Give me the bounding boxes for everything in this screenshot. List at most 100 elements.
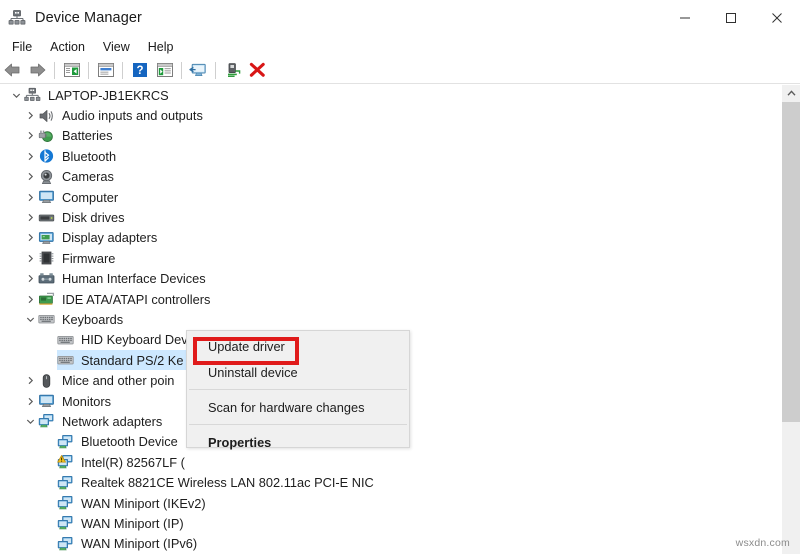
chevron-down-icon[interactable]: [22, 417, 38, 426]
tree-row-computer[interactable]: Computer: [0, 187, 782, 207]
close-button[interactable]: [754, 0, 800, 36]
toolbar-separator: [54, 61, 55, 79]
tree-label: Mice and other poin: [62, 373, 175, 389]
window-controls: [662, 0, 800, 36]
chevron-right-icon[interactable]: [22, 295, 38, 304]
device-tree[interactable]: LAPTOP-JB1EKRCS Audio inputs and outputs: [0, 85, 782, 554]
network-adapter-icon: [57, 434, 75, 450]
chevron-right-icon[interactable]: [22, 172, 38, 181]
chevron-right-icon[interactable]: [22, 111, 38, 120]
chevron-right-icon[interactable]: [22, 254, 38, 263]
tree-label: Cameras: [62, 169, 114, 185]
enable-device-icon[interactable]: [220, 59, 245, 81]
watermark: wsxdn.com: [735, 537, 790, 549]
chevron-right-icon[interactable]: [22, 274, 38, 283]
update-driver-highlight-box: [193, 337, 299, 365]
network-adapter-icon: [57, 475, 75, 491]
speaker-icon: [38, 108, 56, 124]
menu-bar: File Action View Help: [0, 36, 800, 58]
chevron-right-icon[interactable]: [22, 193, 38, 202]
tree-row-human-interface-devices[interactable]: Human Interface Devices: [0, 269, 782, 289]
display-adapter-icon: [38, 230, 56, 246]
tree-row-ide-ata-atapi-controllers[interactable]: IDE ATA/ATAPI controllers: [0, 289, 782, 309]
chevron-right-icon[interactable]: [22, 376, 38, 385]
device-manager-window: Device Manager File Action View Help ? L…: [0, 0, 800, 554]
tree-label: Network adapters: [62, 413, 163, 429]
update-driver-icon[interactable]: [152, 59, 177, 81]
title-bar: Device Manager: [0, 0, 800, 36]
tree-row-cameras[interactable]: Cameras: [0, 167, 782, 187]
chevron-right-icon[interactable]: [22, 233, 38, 242]
chevron-right-icon[interactable]: [22, 152, 38, 161]
tree-label: Firmware: [62, 250, 116, 266]
mouse-icon: [38, 373, 56, 389]
ide-controller-icon: [38, 291, 56, 307]
properties-icon[interactable]: [93, 59, 118, 81]
forward-icon[interactable]: [25, 59, 50, 81]
scrollbar-track[interactable]: [782, 422, 800, 554]
tree-row-batteries[interactable]: Batteries: [0, 126, 782, 146]
tree-label: Disk drives: [62, 210, 125, 226]
network-adapter-warning-icon: [57, 454, 75, 470]
chevron-right-icon[interactable]: [22, 213, 38, 222]
context-menu-separator: [189, 389, 407, 390]
tree-label: Batteries: [62, 128, 113, 144]
chevron-right-icon[interactable]: [22, 397, 38, 406]
tree-row-realtek-8821ce[interactable]: Realtek 8821CE Wireless LAN 802.11ac PCI…: [0, 472, 782, 492]
menu-action[interactable]: Action: [41, 38, 94, 56]
bluetooth-icon: [38, 148, 56, 164]
tree-label: IDE ATA/ATAPI controllers: [62, 291, 211, 307]
battery-icon: [38, 128, 56, 144]
tree-row-wan-miniport-ip[interactable]: WAN Miniport (IP): [0, 513, 782, 533]
scroll-up-arrow-icon[interactable]: [782, 85, 800, 102]
context-menu-item-scan-for-hardware-changes[interactable]: Scan for hardware changes: [187, 394, 409, 420]
tree-row-disk-drives[interactable]: Disk drives: [0, 207, 782, 227]
tree-label: LAPTOP-JB1EKRCS: [48, 87, 169, 103]
maximize-button[interactable]: [708, 0, 754, 36]
toolbar-divider: [0, 83, 800, 84]
back-icon[interactable]: [0, 59, 25, 81]
firmware-chip-icon: [38, 250, 56, 266]
chevron-right-icon[interactable]: [22, 131, 38, 140]
tree-row-intel-82567lf[interactable]: Intel(R) 82567LF (: [0, 452, 782, 472]
vertical-scrollbar[interactable]: [782, 85, 800, 554]
tree-label: Realtek 8821CE Wireless LAN 802.11ac PCI…: [81, 475, 374, 491]
context-menu-item-properties[interactable]: Properties: [187, 429, 409, 455]
computer-root-icon: [24, 87, 42, 103]
context-menu-separator: [189, 424, 407, 425]
menu-help[interactable]: Help: [139, 38, 183, 56]
menu-file[interactable]: File: [3, 38, 41, 56]
scrollbar-thumb[interactable]: [782, 102, 800, 422]
tree-label: Bluetooth Device: [81, 434, 178, 450]
tree-label: Audio inputs and outputs: [62, 108, 203, 124]
monitor-icon: [38, 189, 56, 205]
chevron-down-icon[interactable]: [8, 91, 24, 100]
tree-row-wan-miniport-ipv6[interactable]: WAN Miniport (IPv6): [0, 534, 782, 554]
monitor-icon: [38, 393, 56, 409]
uninstall-device-icon[interactable]: [245, 59, 270, 81]
tree-label: WAN Miniport (IPv6): [81, 536, 198, 552]
tree-row-firmware[interactable]: Firmware: [0, 248, 782, 268]
disk-drive-icon: [38, 210, 56, 226]
menu-view[interactable]: View: [94, 38, 139, 56]
toolbar: ?: [0, 57, 800, 83]
camera-icon: [38, 169, 56, 185]
show-hide-console-tree-icon[interactable]: [59, 59, 84, 81]
tree-row-display-adapters[interactable]: Display adapters: [0, 228, 782, 248]
help-icon[interactable]: ?: [127, 59, 152, 81]
tree-row-wan-miniport-ikev2[interactable]: WAN Miniport (IKEv2): [0, 493, 782, 513]
tree-row-audio-inputs-and-outputs[interactable]: Audio inputs and outputs: [0, 105, 782, 125]
hid-icon: [38, 271, 56, 287]
tree-label: WAN Miniport (IP): [81, 515, 184, 531]
tree-label: Bluetooth: [62, 148, 117, 164]
tree-row-bluetooth[interactable]: Bluetooth: [0, 146, 782, 166]
tree-row-keyboards[interactable]: Keyboards: [0, 309, 782, 329]
tree-row-root[interactable]: LAPTOP-JB1EKRCS: [0, 85, 782, 105]
network-adapter-icon: [57, 515, 75, 531]
minimize-button[interactable]: [662, 0, 708, 36]
scan-for-hardware-changes-icon[interactable]: [186, 59, 211, 81]
device-manager-icon: [8, 9, 26, 27]
chevron-down-icon[interactable]: [22, 315, 38, 324]
tree-label: Human Interface Devices: [62, 271, 206, 287]
toolbar-separator: [215, 61, 216, 79]
